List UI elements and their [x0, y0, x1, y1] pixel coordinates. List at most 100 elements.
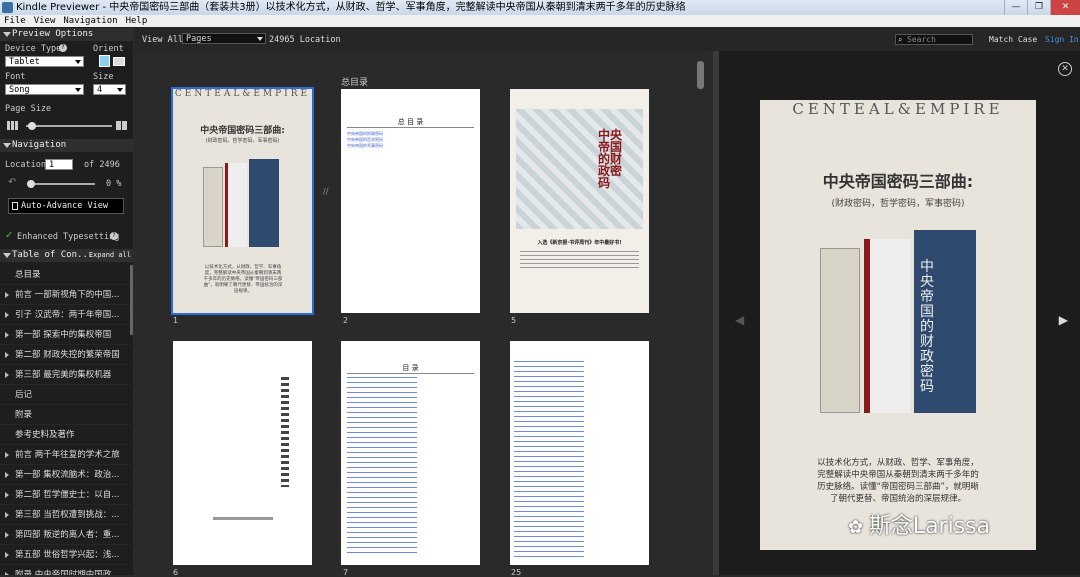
page-thumbnail-6[interactable]: [173, 341, 312, 565]
page-thumbnail-7[interactable]: 目 录: [341, 341, 480, 565]
text-block: [520, 251, 639, 271]
toc-item[interactable]: 前言 一部新视角下的中国...: [0, 285, 131, 305]
toc-item[interactable]: 附录: [0, 405, 131, 425]
toc-item[interactable]: 引子 汉武帝：两千年帝国...: [0, 305, 131, 325]
portrait-orientation-icon[interactable]: [99, 55, 110, 67]
toc-item[interactable]: 总目录: [0, 265, 131, 285]
check-icon[interactable]: ✓: [5, 230, 13, 241]
book-brand: CENTEAL&EMPIRE: [792, 100, 1004, 118]
toc-link-list[interactable]: [347, 377, 417, 557]
page-break-marker: //: [323, 187, 329, 196]
preview-panel: ✕ ◀ ▶ CENTEAL&EMPIRE 中央帝国密码三部曲: (财政密码，哲学…: [713, 51, 1080, 575]
help-icon[interactable]: ?: [59, 44, 67, 52]
book-blurb: 以技术化方式，从财政、哲学、军事角度，完整解读中央帝国从秦朝到清末两千多年的历史…: [203, 265, 283, 294]
view-all-label: View All: [142, 35, 183, 45]
spine-title: 中央帝国的财政密码: [920, 259, 934, 395]
section-label: 总目录: [341, 78, 369, 88]
close-preview-icon[interactable]: ✕: [1058, 62, 1072, 76]
page-thumbnail-5[interactable]: 中央帝国的财政密码 入选《新京报·书评周刊》年中最好书!: [510, 89, 649, 313]
play-icon: [12, 202, 18, 210]
sign-in-link[interactable]: Sign In: [1045, 35, 1079, 44]
toc-item[interactable]: 参考史料及著作: [0, 425, 131, 445]
font-label: Font: [5, 72, 26, 82]
small-pages-icon[interactable]: [7, 121, 18, 130]
font-select[interactable]: Song: [5, 84, 84, 95]
window-titlebar: Kindle Previewer - 中央帝国密码三部曲（套装共3册）以技术化方…: [0, 0, 1080, 15]
book-subtitle: (财政密码，哲学密码，军事密码): [205, 138, 280, 144]
toc-item[interactable]: 第三部 最完美的集权机器: [0, 365, 131, 385]
page-number: 25: [511, 568, 522, 577]
window-title: Kindle Previewer - 中央帝国密码三部曲（套装共3册）以技术化方…: [16, 2, 686, 13]
page-thumbnail-1[interactable]: CENTEAL&EMPIRE 中央帝国密码三部曲: (财政密码，哲学密码，军事密…: [171, 87, 314, 315]
location-slider[interactable]: [27, 180, 95, 188]
menu-help[interactable]: Help: [126, 15, 148, 27]
menu-file[interactable]: File: [4, 15, 26, 27]
pages-scrollbar[interactable]: [697, 61, 704, 89]
toc-item[interactable]: 后记: [0, 385, 131, 405]
toc-page-title: 总 目 录: [397, 118, 424, 126]
navigation-header[interactable]: Navigation: [0, 139, 133, 152]
book-title: 中央帝国密码三部曲:: [822, 172, 974, 191]
location-input[interactable]: 1: [45, 159, 73, 170]
menu-view[interactable]: View: [34, 15, 56, 27]
page-thumbnail-2[interactable]: 总 目 录 中央帝国的财政密码 中央帝国的哲学密码 中央帝国的军事密码: [341, 89, 480, 313]
info-icon[interactable]: ?: [110, 232, 118, 240]
book-brand: CENTEAL&EMPIRE: [174, 89, 311, 99]
toolbar: View All Pages 24965 Location ⌕ Search M…: [134, 27, 1080, 51]
toc-header[interactable]: Table of Con... Expand all: [0, 249, 133, 262]
location-count: 24965 Location: [269, 35, 341, 45]
pages-grid: 总目录 // CENTEAL&EMPIRE 中央帝国密码三部曲: (财政密码，哲…: [134, 51, 708, 577]
preview-page: CENTEAL&EMPIRE 中央帝国密码三部曲: (财政密码，哲学密码，军事密…: [760, 100, 1036, 550]
sidebar-scrollbar[interactable]: [130, 265, 133, 335]
toc-link-3[interactable]: 中央帝国的军事密码: [347, 143, 383, 149]
menu-bar: File View Navigation Help: [0, 15, 1080, 27]
toc-item[interactable]: 附录 中央帝国时期中国政...: [0, 565, 131, 575]
device-type-select[interactable]: Tablet: [5, 56, 84, 67]
toc-list: 总目录 前言 一部新视角下的中国... 引子 汉武帝：两千年帝国... 第一部 探索中…: [0, 265, 131, 575]
large-pages-icon[interactable]: [116, 121, 127, 130]
next-page-icon[interactable]: ▶: [1059, 313, 1068, 327]
page-size-label: Page Size: [5, 104, 52, 114]
pages-select[interactable]: Pages: [182, 33, 266, 44]
vertical-text-block: [281, 377, 289, 487]
vertical-title: 中央帝国的财政密码: [598, 128, 623, 190]
toc-item[interactable]: 第三部 当哲权遭到挑战：...: [0, 505, 131, 525]
toc-item[interactable]: 第一部 集权流脑术：政治...: [0, 465, 131, 485]
location-label: Location: [5, 160, 46, 170]
page-size-slider[interactable]: [26, 122, 112, 130]
back-arrow-icon[interactable]: ↶: [8, 177, 16, 188]
book-title: 中央帝国密码三部曲:: [200, 126, 285, 136]
expand-all-link[interactable]: Expand all: [89, 249, 131, 262]
watermark: ✿ 斯念Larissa: [848, 514, 991, 539]
toc-item[interactable]: 第五部 世俗哲学兴起：浅...: [0, 545, 131, 565]
book-subtitle: (财政密码，哲学密码，军事密码): [831, 199, 965, 209]
maximize-button[interactable]: ❐: [1027, 0, 1050, 15]
wechat-icon: ✿: [848, 517, 869, 538]
mulu-title: 目 录: [402, 364, 419, 372]
search-input[interactable]: ⌕ Search: [895, 34, 973, 45]
minimize-button[interactable]: —: [1004, 0, 1027, 15]
book-set-image: [203, 159, 283, 249]
toc-item[interactable]: 第二部 哲学僵史士：以自...: [0, 485, 131, 505]
book-set-image: 中央帝国的财政密码: [820, 230, 980, 415]
toc-item[interactable]: 第一部 探索中的集权帝国: [0, 325, 131, 345]
menu-navigation[interactable]: Navigation: [63, 15, 117, 27]
size-select[interactable]: 4: [93, 84, 126, 95]
toc-item[interactable]: 第四部 叛逆的离人者：重...: [0, 525, 131, 545]
toc-item[interactable]: 第二部 财政失控的繁荣帝国: [0, 345, 131, 365]
toc-link-list[interactable]: [514, 361, 584, 557]
page-number: 1: [173, 316, 179, 325]
landscape-orientation-icon[interactable]: [113, 57, 125, 66]
match-case-toggle[interactable]: Match Case: [989, 35, 1037, 44]
toc-item[interactable]: 前言 两千年往复的学术之旅: [0, 445, 131, 465]
preview-options-header[interactable]: Preview Options: [0, 28, 133, 41]
close-window-button[interactable]: ✕: [1050, 0, 1080, 15]
enhanced-typesetting-label: Enhanced Typesetting: [17, 232, 120, 242]
page-number: 2: [343, 316, 349, 325]
auto-advance-button[interactable]: Auto-Advance View: [8, 198, 124, 214]
page-thumbnail-25[interactable]: [510, 341, 649, 565]
page-number: 5: [511, 316, 517, 325]
app-icon: [2, 2, 13, 13]
sidebar: Preview Options Device Type ? Orient Tab…: [0, 27, 133, 575]
previous-page-icon[interactable]: ◀: [735, 313, 744, 327]
